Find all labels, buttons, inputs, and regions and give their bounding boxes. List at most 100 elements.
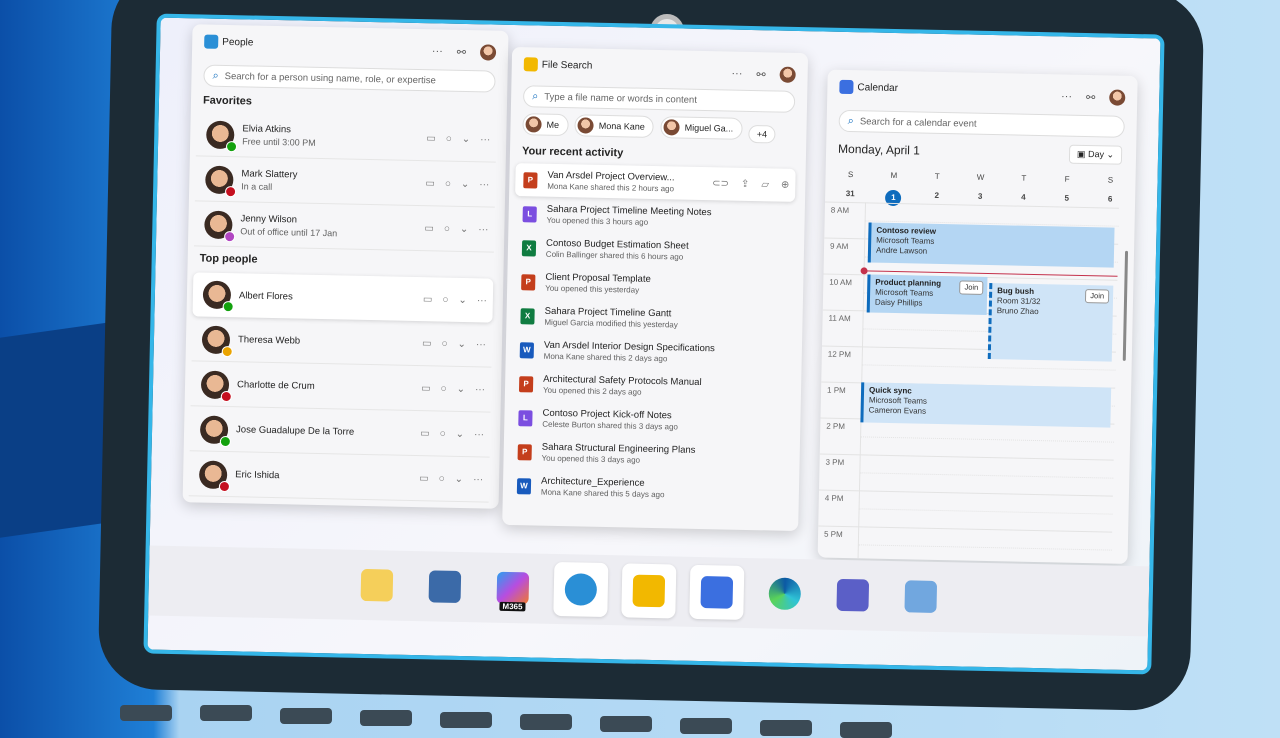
chat-icon[interactable]: ○ — [442, 294, 448, 305]
chevron-down-icon[interactable]: ⌄ — [457, 339, 466, 350]
person-name: Eric Ishida — [235, 469, 280, 482]
chip-miguel[interactable]: Miguel Ga... — [660, 116, 743, 140]
week-day[interactable]: S 31 — [835, 170, 866, 206]
week-day[interactable]: S6 — [1095, 175, 1126, 211]
file-item[interactable]: X Sahara Project Timeline Gantt Miguel Gar… — [512, 299, 793, 338]
more-icon[interactable]: ··· — [475, 384, 485, 395]
calendar-event[interactable]: Bug bush Room 31/32 Bruno Zhao Join — [987, 283, 1114, 362]
more-people-chip[interactable]: +4 — [748, 124, 776, 144]
copy-link-icon[interactable]: ⊂⊃ — [712, 178, 729, 189]
file-item[interactable]: L Sahara Project Timeline Meeting Notes Yo… — [514, 197, 795, 236]
video-call-icon[interactable]: ▭ — [423, 294, 433, 305]
calendar-event[interactable]: Product planning Microsoft Teams Daisy Phi… — [866, 274, 988, 315]
pop-out-icon[interactable]: ⚯ — [756, 68, 765, 81]
taskbar-people[interactable] — [553, 561, 609, 618]
open-folder-icon[interactable]: ▱ — [761, 179, 769, 190]
taskbar-teams[interactable] — [825, 568, 880, 623]
file-item[interactable]: L Contoso Project Kick-off Notes Celeste B… — [510, 401, 791, 440]
chevron-down-icon[interactable]: ⌄ — [455, 474, 464, 485]
chevron-down-icon[interactable]: ⌄ — [457, 384, 466, 395]
share-icon[interactable]: ⇪ — [741, 179, 750, 190]
view-dropdown[interactable]: ▣ Day ⌄ — [1068, 144, 1123, 165]
more-icon[interactable]: ··· — [478, 224, 488, 235]
join-button[interactable]: Join — [959, 280, 984, 295]
video-call-icon[interactable]: ▭ — [420, 428, 430, 439]
avatar[interactable] — [779, 66, 796, 83]
calendar-search-input[interactable]: ⌕ Search for a calendar event — [838, 109, 1125, 138]
week-day[interactable]: T4 — [1008, 173, 1039, 209]
recent-activity-heading: Your recent activity — [521, 145, 624, 160]
open-in-browser-icon[interactable]: ⊕ — [781, 180, 790, 191]
more-icon[interactable]: ··· — [476, 339, 486, 350]
week-day[interactable]: M1 — [878, 171, 909, 207]
calendar-event[interactable]: Quick sync Microsoft Teams Cameron Evans — [860, 382, 1112, 428]
calendar-event[interactable]: Contoso review Microsoft Teams Andre Lawso… — [867, 222, 1115, 268]
week-day[interactable]: F5 — [1052, 174, 1083, 210]
file-item[interactable]: P Van Arsdel Project Overview... Mona Kane… — [515, 163, 796, 202]
chat-icon[interactable]: ○ — [446, 134, 452, 145]
video-call-icon[interactable]: ▭ — [424, 223, 434, 234]
more-icon[interactable]: ··· — [1061, 90, 1072, 102]
chat-icon[interactable]: ○ — [445, 179, 451, 190]
more-icon[interactable]: ··· — [474, 429, 484, 440]
more-icon[interactable]: ··· — [477, 295, 487, 306]
pop-out-icon[interactable]: ⚯ — [1086, 90, 1095, 103]
video-call-icon[interactable]: ▭ — [426, 133, 436, 144]
join-button[interactable]: Join — [1085, 289, 1110, 304]
chip-me[interactable]: Me — [522, 113, 569, 137]
person-name: Charlotte de Crum — [236, 379, 315, 392]
more-icon[interactable]: ··· — [479, 179, 489, 190]
pop-out-icon[interactable]: ⚯ — [457, 45, 466, 58]
top-person-row[interactable]: Jose Guadalupe De la Torre ▭ ○ ⌄ ··· — [189, 407, 491, 458]
chat-icon[interactable]: ○ — [440, 384, 446, 395]
more-icon[interactable]: ··· — [731, 68, 742, 80]
file-item[interactable]: W Van Arsdel Interior Design Specificatio… — [512, 333, 793, 372]
chevron-down-icon[interactable]: ⌄ — [456, 429, 465, 440]
more-icon[interactable]: ··· — [480, 134, 490, 145]
chevron-down-icon[interactable]: ⌄ — [461, 179, 470, 190]
file-item[interactable]: P Sahara Structural Engineering Plans You … — [509, 435, 790, 474]
file-activity: Mona Kane shared this 5 days ago — [540, 487, 665, 500]
avatar[interactable] — [1109, 89, 1126, 106]
taskbar-outlook[interactable] — [893, 569, 948, 624]
taskbar-m365[interactable]: M365 — [485, 561, 540, 616]
video-call-icon[interactable]: ▭ — [425, 178, 435, 189]
hour-row: 4 PM — [818, 489, 1113, 503]
file-item[interactable]: P Client Proposal Template You opened this… — [513, 265, 794, 304]
taskbar-edge[interactable] — [757, 566, 812, 621]
search-icon: ⌕ — [847, 114, 855, 127]
chip-mona-kane[interactable]: Mona Kane — [574, 114, 655, 138]
file-item[interactable]: X Contoso Budget Estimation Sheet Colin Ba… — [514, 231, 795, 270]
top-person-row[interactable]: Theresa Webb ▭ ○ ⌄ ··· — [191, 317, 493, 368]
people-search-input[interactable]: ⌕ Search for a person using name, role, o… — [203, 64, 496, 93]
more-icon[interactable]: ··· — [432, 45, 443, 57]
favorite-person-row[interactable]: Jenny Wilson Out of office until 17 Jan ▭ ○… — [193, 202, 495, 253]
video-call-icon[interactable]: ▭ — [419, 473, 429, 484]
avatar[interactable] — [479, 44, 497, 61]
taskbar-file-search[interactable] — [621, 563, 677, 619]
file-search-input[interactable]: ⌕ Type a file name or words in content — [522, 85, 796, 113]
chevron-down-icon[interactable]: ⌄ — [462, 134, 471, 145]
file-item[interactable]: W Architecture_Experience Mona Kane shared… — [509, 469, 790, 508]
chevron-down-icon[interactable]: ⌄ — [458, 294, 467, 305]
chat-icon[interactable]: ○ — [440, 429, 446, 440]
video-call-icon[interactable]: ▭ — [422, 338, 432, 349]
chat-icon[interactable]: ○ — [444, 224, 450, 235]
person-avatar — [205, 165, 237, 197]
taskbar-store[interactable] — [417, 559, 472, 614]
top-person-row[interactable]: Charlotte de Crum ▭ ○ ⌄ ··· — [190, 362, 492, 413]
chevron-down-icon[interactable]: ⌄ — [460, 224, 469, 235]
taskbar-file-explorer[interactable] — [349, 558, 404, 613]
top-person-row[interactable]: Eric Ishida ▭ ○ ⌄ ··· — [188, 452, 490, 503]
favorite-person-row[interactable]: Elvia Atkins Free until 3:00 PM ▭ ○ ⌄ ··· — [195, 112, 497, 163]
chat-icon[interactable]: ○ — [441, 339, 447, 350]
chat-icon[interactable]: ○ — [439, 474, 445, 485]
more-icon[interactable]: ··· — [473, 474, 483, 485]
week-day[interactable]: T2 — [922, 172, 953, 208]
file-item[interactable]: P Architectural Safety Protocols Manual Yo… — [511, 367, 792, 406]
taskbar-calendar[interactable] — [689, 564, 745, 620]
top-person-row[interactable]: Albert Flores ▭ ○ ⌄ ··· — [192, 272, 494, 323]
video-call-icon[interactable]: ▭ — [421, 383, 431, 394]
favorite-person-row[interactable]: Mark Slattery In a call ▭ ○ ⌄ ··· — [194, 157, 496, 208]
week-day[interactable]: W3 — [965, 172, 996, 208]
